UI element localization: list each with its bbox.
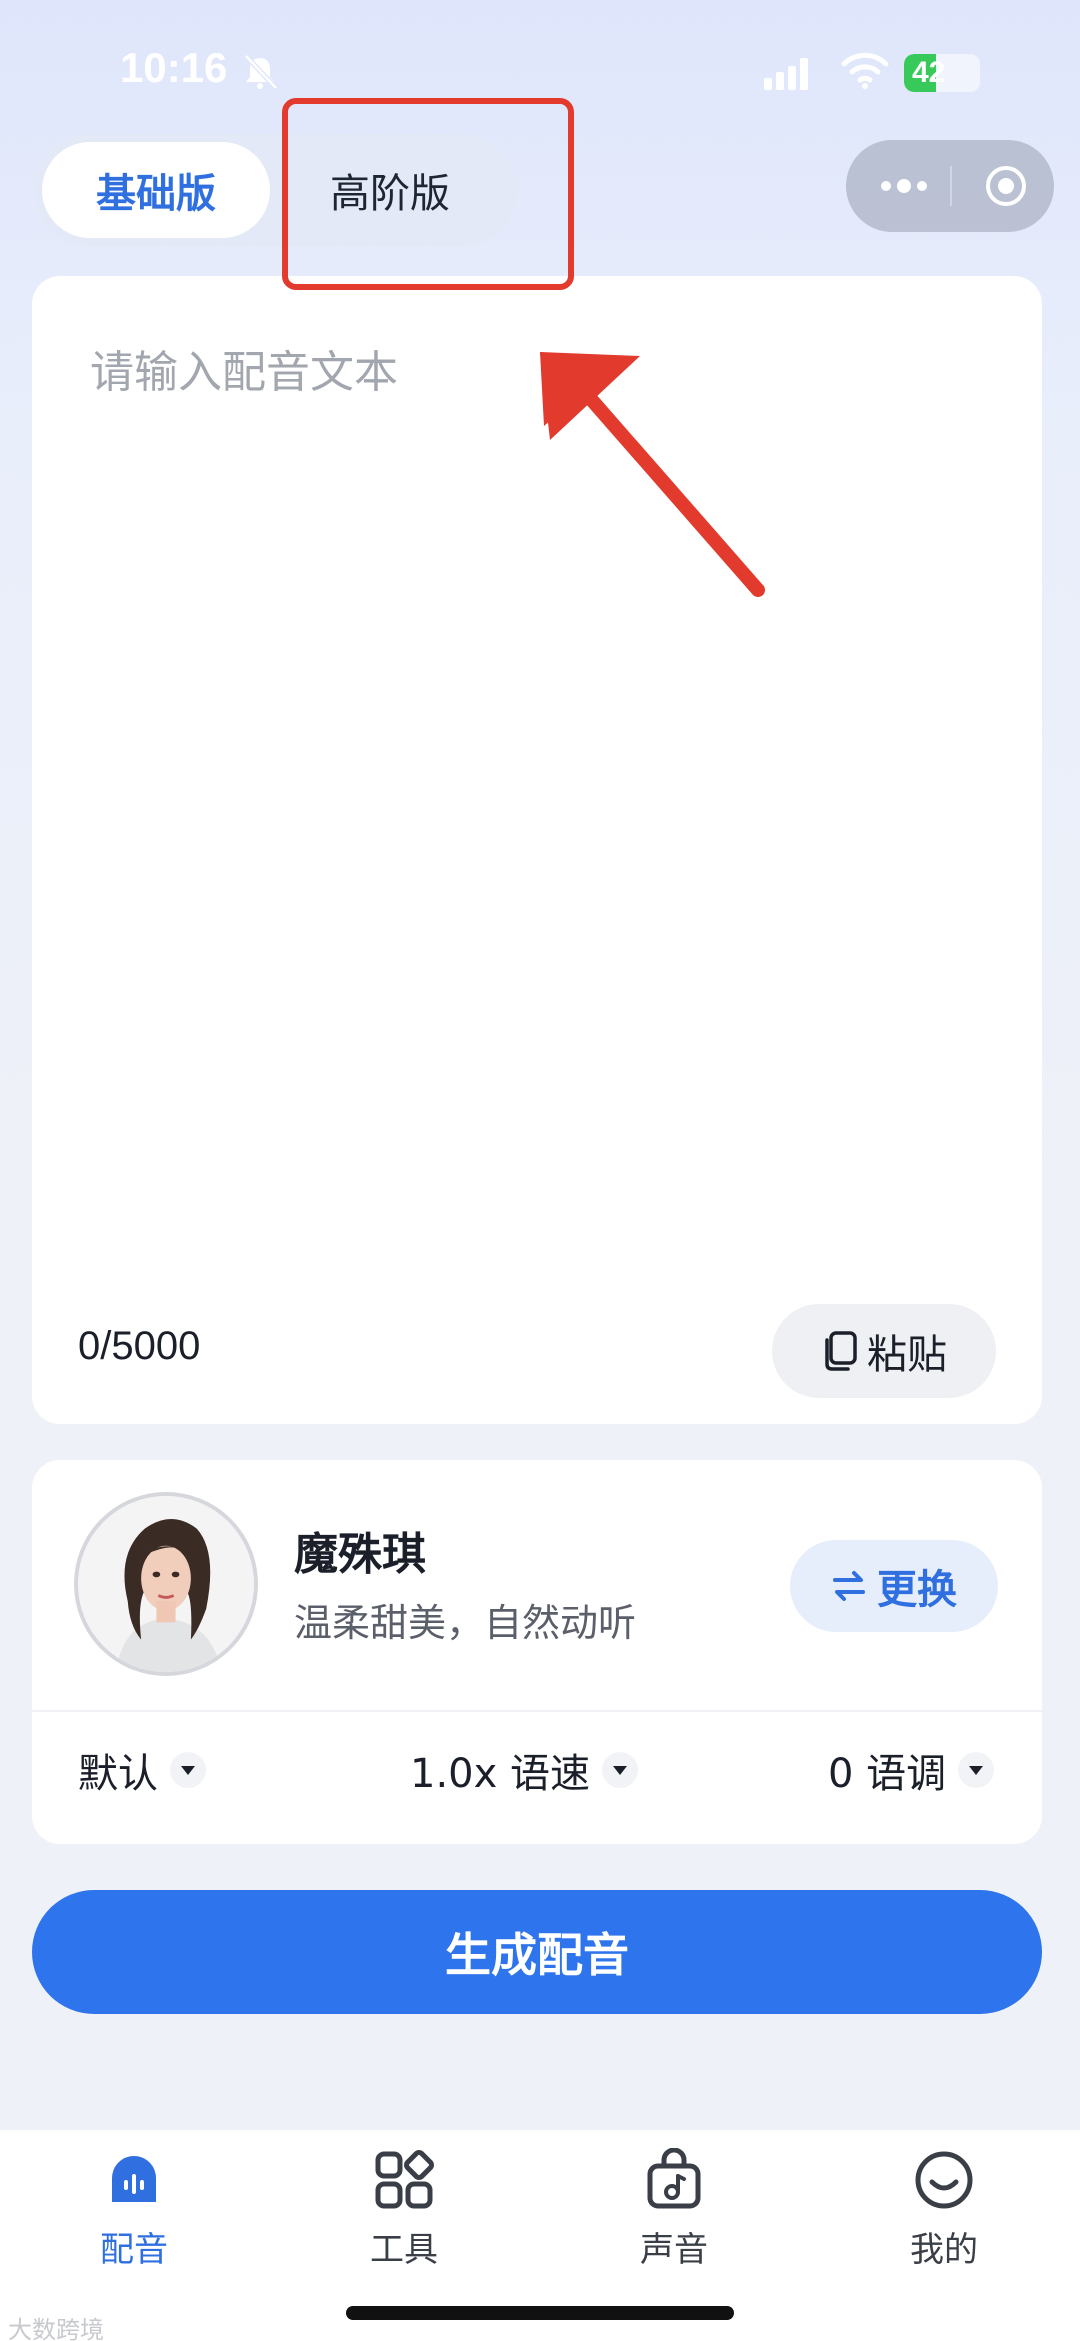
voice-card: 魔殊琪 温柔甜美，自然动听 更换 默认 1.0x 语速 0 语调: [32, 1460, 1042, 1844]
voice-bag-icon: [647, 2148, 701, 2209]
style-selector[interactable]: 默认: [78, 1730, 206, 1810]
speed-selector[interactable]: 1.0x 语速: [410, 1730, 638, 1810]
divider: [32, 1710, 1042, 1712]
battery-indicator: 42: [904, 54, 980, 92]
pitch-value: 0 语调: [828, 1751, 947, 1797]
paste-icon: [825, 1331, 857, 1371]
nav-dubbing[interactable]: 配音: [44, 2148, 224, 2288]
change-label: 更换: [877, 1567, 957, 1613]
nav-voices[interactable]: 声音: [584, 2148, 764, 2288]
annotation-highlight-box: [282, 98, 574, 290]
tools-icon: [375, 2150, 434, 2209]
pitch-selector[interactable]: 0 语调: [828, 1730, 995, 1810]
dubbing-icon: [112, 2156, 156, 2202]
nav-label-tools: 工具: [370, 2230, 438, 2270]
smiley-icon: [915, 2151, 973, 2209]
caret-down-icon: [170, 1752, 206, 1788]
home-indicator: [346, 2306, 734, 2320]
caret-down-icon: [958, 1752, 995, 1788]
caret-down-icon: [602, 1752, 638, 1788]
wifi-icon: [841, 52, 889, 89]
nav-tools[interactable]: 工具: [314, 2148, 494, 2288]
change-voice-button[interactable]: 更换: [790, 1540, 998, 1632]
tab-basic[interactable]: 基础版: [42, 142, 270, 238]
speed-value: 1.0x 语速: [410, 1751, 590, 1797]
signal-icon: [764, 58, 808, 90]
miniprogram-capsule: [846, 140, 1054, 232]
close-miniprogram-icon[interactable]: [982, 162, 1030, 210]
voice-name: 魔殊琪: [294, 1529, 426, 1580]
paste-button[interactable]: 粘贴: [772, 1304, 996, 1398]
status-time: 10:16: [120, 44, 228, 91]
nav-label-voices: 声音: [640, 2230, 708, 2270]
style-value: 默认: [78, 1751, 158, 1797]
annotation-arrow-icon: [540, 352, 765, 597]
avatar-portrait: [78, 1496, 254, 1672]
nav-label-mine: 我的: [910, 2230, 978, 2270]
bell-off-icon: [244, 54, 278, 90]
paste-label: 粘贴: [867, 1332, 947, 1378]
bottom-tab-bar: 配音 工具 声音 我的 大数跨境: [0, 2130, 1080, 2341]
nav-label-dubbing: 配音: [100, 2230, 168, 2270]
more-icon[interactable]: [876, 170, 932, 202]
swap-icon: [833, 1571, 865, 1601]
generate-dubbing-button[interactable]: 生成配音: [32, 1890, 1042, 2014]
char-count: 0/5000: [78, 1324, 201, 1368]
avatar: [74, 1492, 258, 1676]
watermark: 大数跨境: [8, 2316, 104, 2341]
nav-mine[interactable]: 我的: [854, 2148, 1034, 2288]
voice-description: 温柔甜美，自然动听: [294, 1601, 637, 1645]
battery-text: 42: [912, 56, 946, 89]
capsule-divider: [950, 166, 952, 206]
